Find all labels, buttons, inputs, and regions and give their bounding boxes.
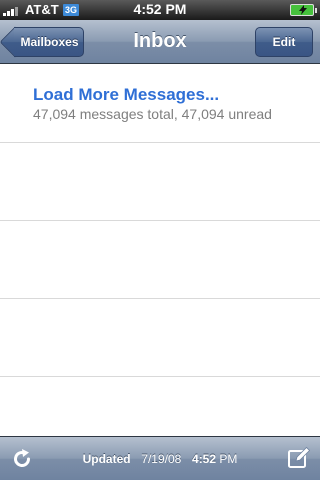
back-button-area: Mailboxes	[0, 20, 100, 64]
load-more-row[interactable]: Load More Messages... 47,094 messages to…	[0, 65, 320, 143]
updated-date: 7/19/08	[141, 452, 182, 466]
battery-charging-icon	[290, 4, 317, 16]
navigation-bar: Mailboxes Inbox Edit	[0, 20, 320, 64]
message-count-summary: 47,094 messages total, 47,094 unread	[33, 106, 272, 122]
list-item	[0, 299, 320, 377]
status-time: 4:52 PM	[133, 1, 187, 17]
load-more-messages-link[interactable]: Load More Messages...	[33, 85, 219, 105]
status-bar: AT&T 3G 4:52 PM	[0, 0, 320, 20]
updated-label: Updated	[82, 452, 131, 466]
bottom-toolbar: Updated 7/19/08 4:52 PM	[0, 436, 320, 480]
edit-button[interactable]: Edit	[255, 27, 313, 57]
compose-icon[interactable]	[287, 446, 311, 470]
updated-ampm: PM	[219, 452, 238, 466]
updated-time: 4:52	[192, 452, 217, 466]
message-list: Load More Messages... 47,094 messages to…	[0, 65, 320, 435]
mailboxes-back-button[interactable]: Mailboxes	[14, 27, 84, 57]
list-item	[0, 221, 320, 299]
list-item	[0, 143, 320, 221]
last-updated-status: Updated 7/19/08 4:52 PM	[0, 452, 320, 466]
